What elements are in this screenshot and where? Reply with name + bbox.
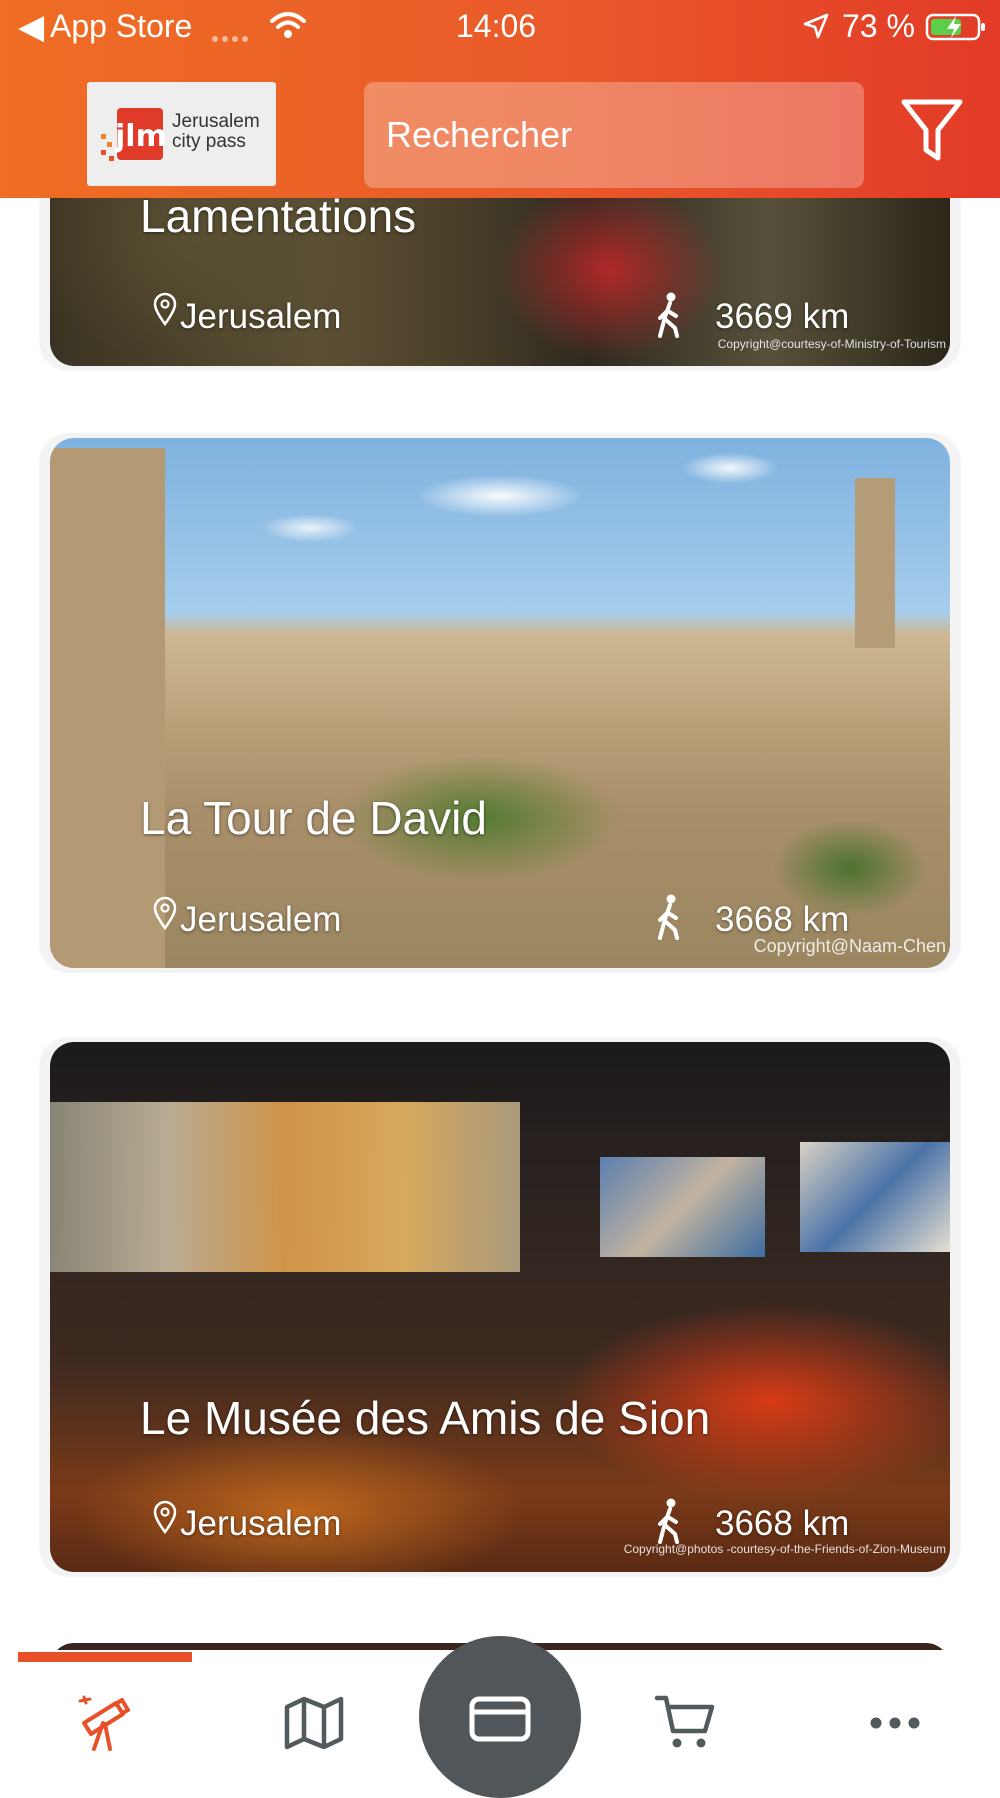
app-header: ◀ App Store 14:06 73 % jlm Jerusalem cit… <box>0 0 1000 198</box>
map-icon <box>284 1696 344 1750</box>
walking-person-icon <box>658 292 679 338</box>
castle-tower-right <box>855 478 895 648</box>
location-pin-icon <box>153 1500 177 1534</box>
video-wall-left <box>50 1102 520 1272</box>
attraction-city: Jerusalem <box>180 900 342 939</box>
location-pin-icon <box>153 896 177 930</box>
cart-icon <box>654 1695 715 1748</box>
attraction-card[interactable]: Le Musée des Amis de Sion Jerusalem 3668… <box>40 1038 960 1576</box>
battery-percentage: 73 % <box>842 8 915 44</box>
telescope-icon <box>78 1695 130 1751</box>
search-input[interactable] <box>364 82 864 188</box>
tab-more[interactable] <box>855 1688 935 1758</box>
attraction-image <box>50 1042 950 1572</box>
tab-map[interactable] <box>274 1688 354 1758</box>
battery-charging-icon <box>925 13 985 41</box>
jerusalem-city-pass-logo[interactable]: jlm Jerusalem city pass <box>87 82 276 186</box>
attraction-title: La Tour de David <box>140 792 487 844</box>
attraction-city: Jerusalem <box>180 297 342 336</box>
back-to-app-store[interactable]: App Store <box>50 8 192 44</box>
back-arrow-icon[interactable]: ◀ <box>18 10 44 44</box>
jlm-logo-mark: jlm <box>101 108 167 161</box>
logo-text-line1: Jerusalem <box>172 111 260 132</box>
video-wall-right-2 <box>800 1142 950 1252</box>
image-copyright: Copyright@courtesy-of-Ministry-of-Touris… <box>717 337 946 351</box>
walking-person-icon <box>658 894 679 940</box>
attraction-title: Le Musée des Amis de Sion <box>140 1392 711 1444</box>
attraction-card[interactable]: La Tour de David Jerusalem 3668 km Copyr… <box>40 434 960 972</box>
tab-explore[interactable] <box>64 1688 144 1758</box>
castle-tower-left <box>50 448 165 968</box>
attraction-distance: 3669 km <box>715 297 850 336</box>
clock: 14:06 <box>456 8 537 44</box>
active-tab-indicator <box>18 1652 192 1662</box>
image-copyright: Copyright@photos -courtesy-of-the-Friend… <box>623 1542 946 1556</box>
logo-text-line2: city pass <box>172 131 246 152</box>
attraction-distance: 3668 km <box>715 900 850 939</box>
signal-icon <box>212 29 252 47</box>
video-wall-right-1 <box>600 1157 765 1257</box>
location-arrow-icon <box>803 13 829 39</box>
attraction-image <box>50 438 950 968</box>
walking-person-icon <box>658 1498 679 1544</box>
attraction-city: Jerusalem <box>180 1504 342 1543</box>
card-icon <box>469 1696 531 1742</box>
filter-icon[interactable] <box>900 98 964 166</box>
attraction-distance: 3668 km <box>715 1504 850 1543</box>
tab-cart[interactable] <box>645 1688 725 1758</box>
more-icon <box>870 1717 920 1729</box>
status-bar: ◀ App Store 14:06 73 % <box>0 0 1000 52</box>
wifi-icon <box>270 12 306 38</box>
svg-text:jlm: jlm <box>114 119 167 154</box>
city-pass-card-button[interactable] <box>419 1636 581 1798</box>
location-pin-icon <box>153 292 177 326</box>
image-copyright: Copyright@Naam-Chen <box>753 936 946 956</box>
